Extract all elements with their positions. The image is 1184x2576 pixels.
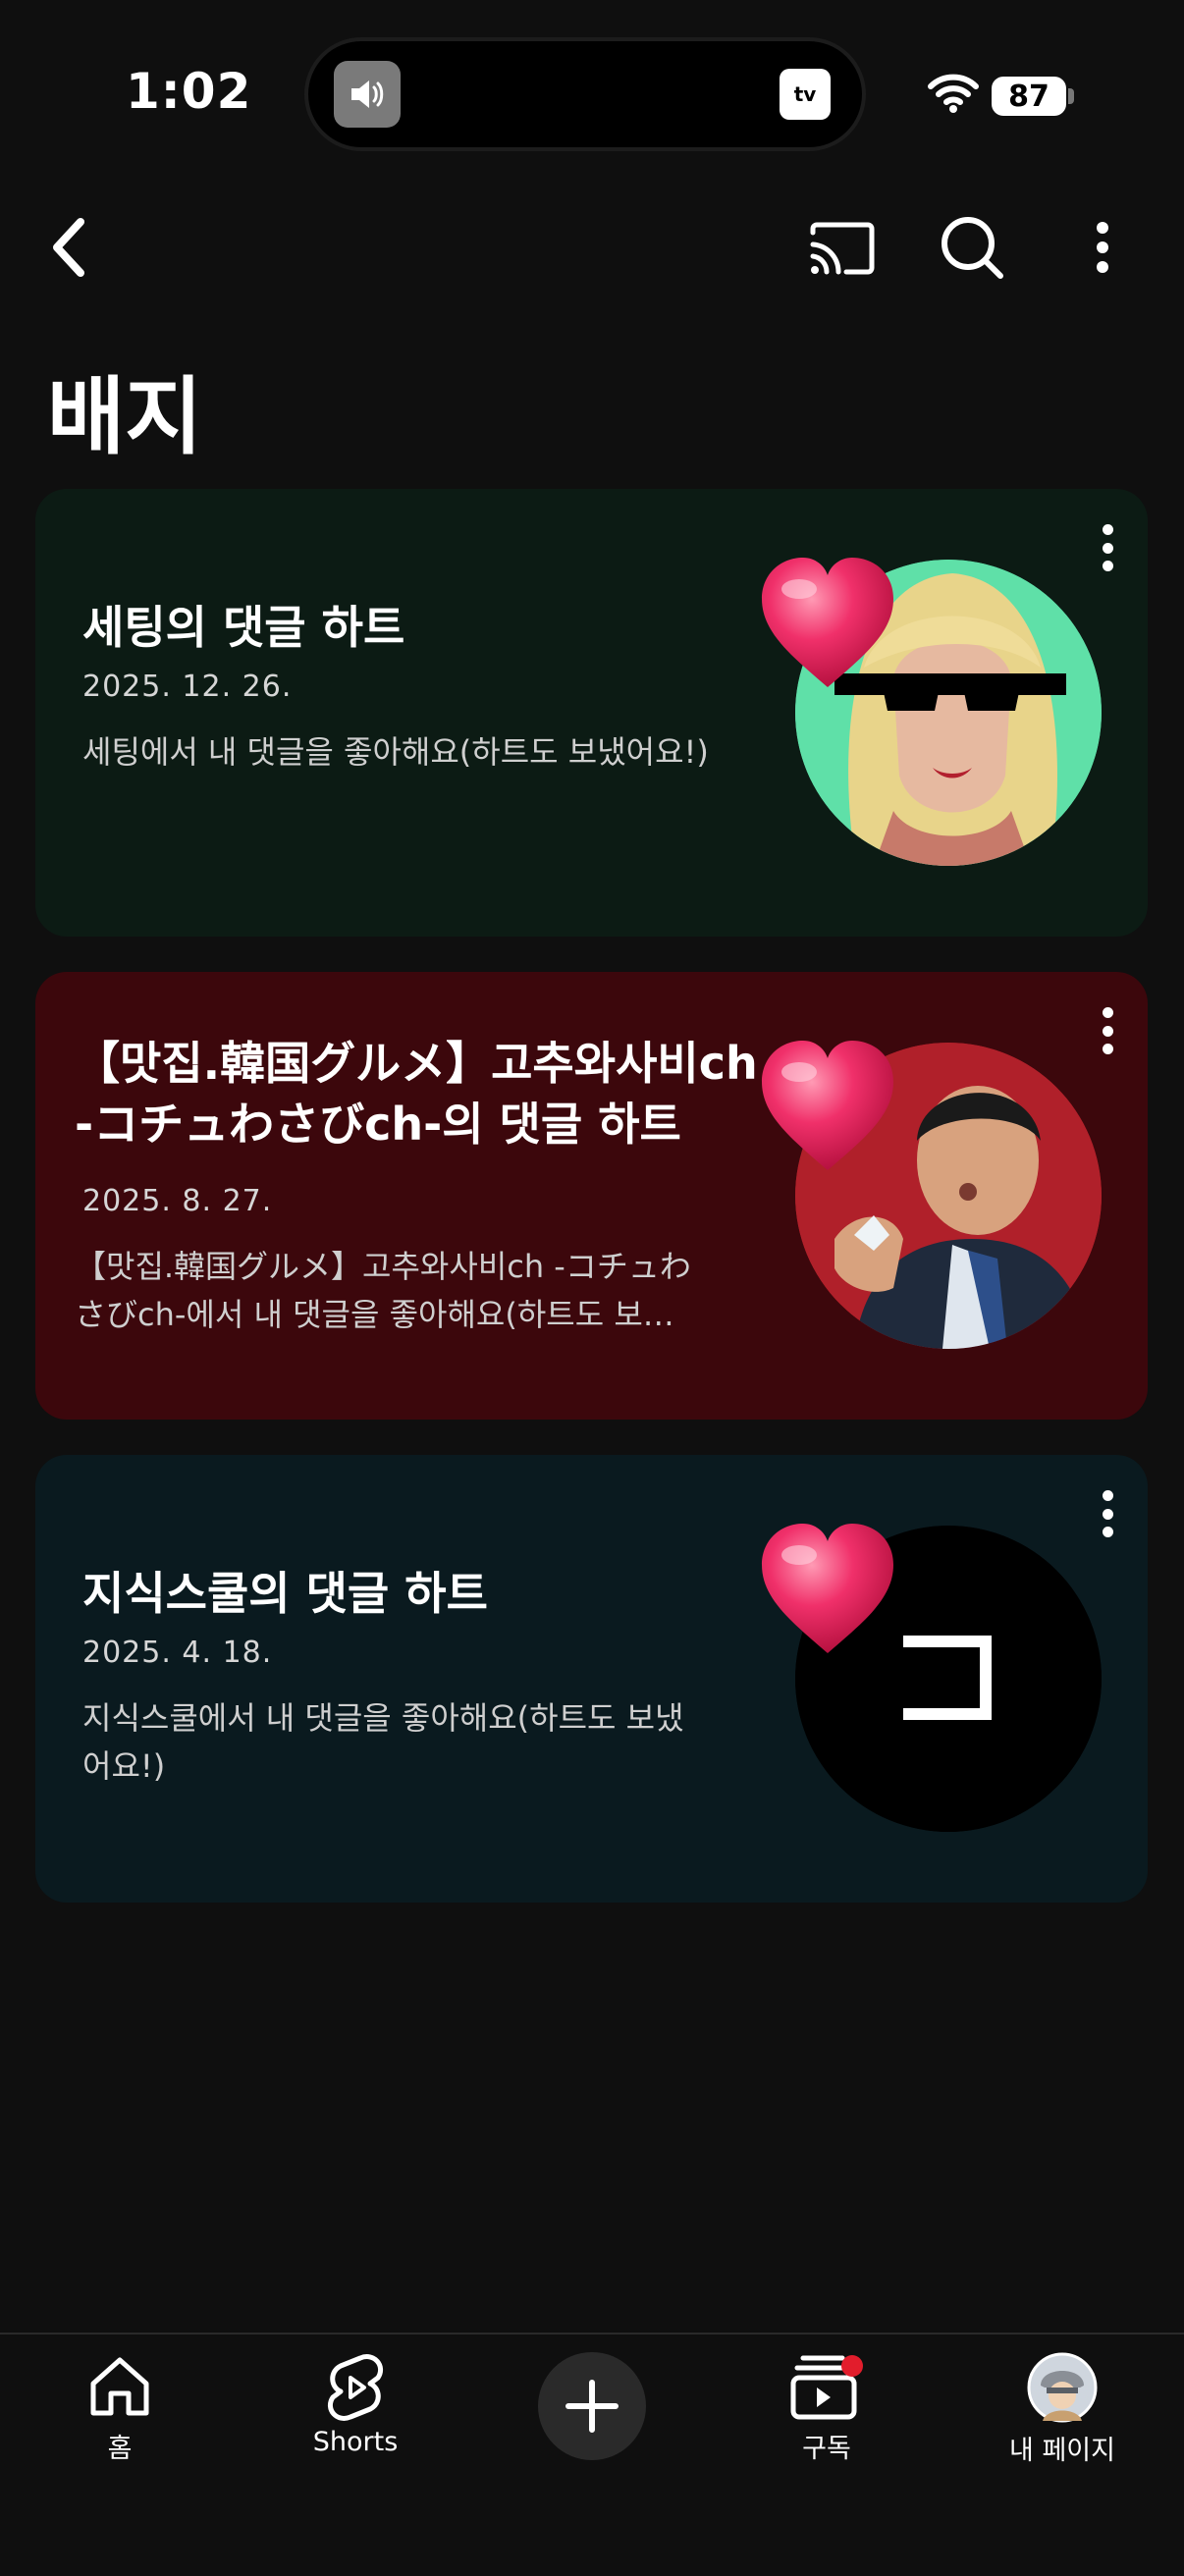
heart-icon (762, 558, 893, 687)
notification-dot (841, 2355, 863, 2377)
nav-shorts[interactable]: Shorts (257, 2352, 454, 2457)
chevron-left-icon (53, 218, 84, 277)
home-icon (90, 2357, 149, 2416)
cast-button[interactable] (803, 214, 882, 283)
wifi-icon (927, 71, 980, 118)
heart-icon (762, 1524, 893, 1653)
badge-date: 2025. 8. 27. (82, 1184, 273, 1218)
card-more-button[interactable] (1093, 518, 1122, 577)
heart-icon (762, 1041, 893, 1170)
badge-title: 【맛집.韓国グルメ】고추와사비ch -コチュわさびch-의 댓글 하트 (75, 1037, 758, 1151)
search-icon (942, 217, 1003, 279)
nav-my-page-label: 내 페이지 (1009, 2436, 1115, 2466)
badge-description: 지식스쿨에서 내 댓글을 좋아해요(하트도 보냈어요!) (82, 1699, 684, 1785)
nav-subscriptions-label: 구독 (802, 2434, 851, 2464)
badge-description: 【맛집.韓国グルメ】고추와사비ch -コチュわさびch-에서 내 댓글을 좋아해… (75, 1248, 701, 1333)
status-time: 1:02 (126, 63, 252, 120)
badge-card[interactable]: 【맛집.韓国グルメ】고추와사비ch -コチュわさびch-의 댓글 하트 2025… (35, 972, 1148, 1420)
battery-level: 87 (1008, 79, 1049, 114)
more-vertical-icon (1097, 222, 1108, 273)
subscriptions-icon (790, 2355, 863, 2420)
back-button[interactable] (35, 208, 102, 287)
badge-card[interactable]: 세팅의 댓글 하트 2025. 12. 26. 세팅에서 내 댓글을 좋아해요(… (35, 489, 1148, 937)
apple-tv-icon: tv (780, 69, 831, 120)
nav-my-page[interactable]: 내 페이지 (964, 2352, 1160, 2467)
cast-icon (810, 222, 875, 275)
battery-tip (1068, 88, 1074, 104)
nav-home-label: 홈 (107, 2434, 133, 2464)
search-button[interactable] (935, 210, 1009, 285)
nav-shorts-label: Shorts (312, 2427, 399, 2457)
badge-card[interactable]: 지식스쿨의 댓글 하트 2025. 4. 18. 지식스쿨에서 내 댓글을 좋아… (35, 1455, 1148, 1903)
more-options-button[interactable] (1078, 212, 1127, 283)
badge-date: 2025. 12. 26. (82, 670, 293, 704)
nav-subscriptions[interactable]: 구독 (728, 2352, 925, 2465)
plus-icon (565, 2380, 619, 2433)
badge-description: 세팅에서 내 댓글을 좋아해요(하트도 보냈어요!) (82, 733, 709, 771)
create-button[interactable] (538, 2352, 646, 2460)
card-more-button[interactable] (1093, 1484, 1122, 1543)
page-title: 배지 (47, 368, 203, 466)
shorts-icon (327, 2354, 384, 2421)
speaker-icon (334, 61, 401, 128)
avatar (1027, 2352, 1098, 2423)
island-app-label: tv (793, 82, 817, 106)
badge-title: 세팅의 댓글 하트 (82, 601, 405, 654)
battery-icon: 87 (992, 77, 1066, 116)
card-more-button[interactable] (1093, 1001, 1122, 1060)
badge-title: 지식스쿨의 댓글 하트 (82, 1567, 488, 1620)
badge-date: 2025. 4. 18. (82, 1636, 273, 1670)
nav-home[interactable]: 홈 (22, 2352, 218, 2465)
